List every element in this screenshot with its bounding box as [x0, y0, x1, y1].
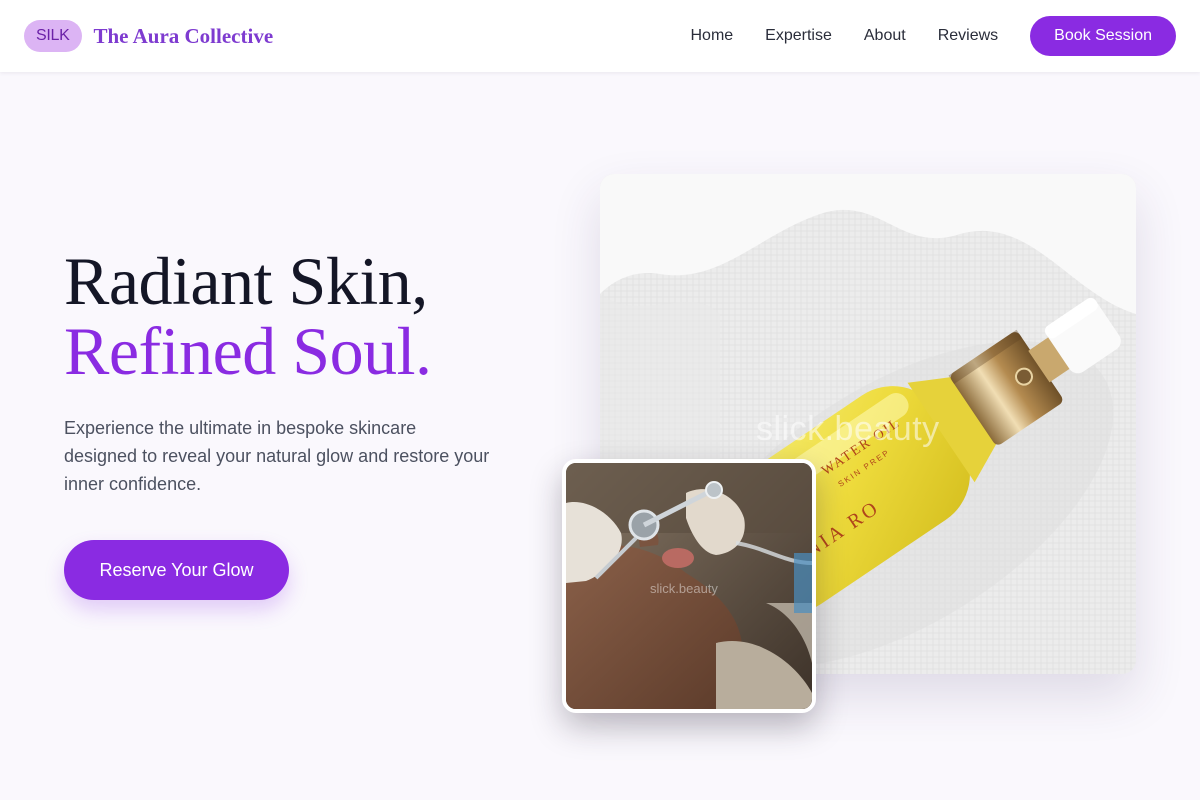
treatment-image: slick.beauty: [562, 459, 816, 713]
nav-link-home[interactable]: Home: [690, 27, 733, 45]
nav-link-expertise[interactable]: Expertise: [765, 27, 832, 45]
treatment-watermark: slick.beauty: [650, 581, 718, 596]
brand-name[interactable]: The Aura Collective: [94, 24, 274, 49]
hero-title-line1: Radiant Skin,: [64, 243, 428, 319]
main-nav: Home Expertise About Reviews Book Sessio…: [690, 16, 1176, 56]
hero-subtitle: Experience the ultimate in bespoke skinc…: [64, 418, 490, 494]
site-header: SILK The Aura Collective Home Expertise …: [0, 0, 1200, 72]
brand-badge[interactable]: SILK: [24, 20, 82, 52]
hero-copy: Radiant Skin, Refined Soul. Experience t…: [64, 246, 504, 498]
hero-title-line2: Refined Soul.: [64, 313, 432, 389]
hero-title: Radiant Skin, Refined Soul.: [64, 246, 504, 386]
brand[interactable]: SILK The Aura Collective: [24, 20, 273, 52]
nav-link-about[interactable]: About: [864, 27, 906, 45]
book-session-button[interactable]: Book Session: [1030, 16, 1176, 56]
product-watermark: slick.beauty: [756, 410, 940, 448]
nav-link-reviews[interactable]: Reviews: [938, 27, 998, 45]
reserve-glow-button[interactable]: Reserve Your Glow: [64, 540, 289, 600]
